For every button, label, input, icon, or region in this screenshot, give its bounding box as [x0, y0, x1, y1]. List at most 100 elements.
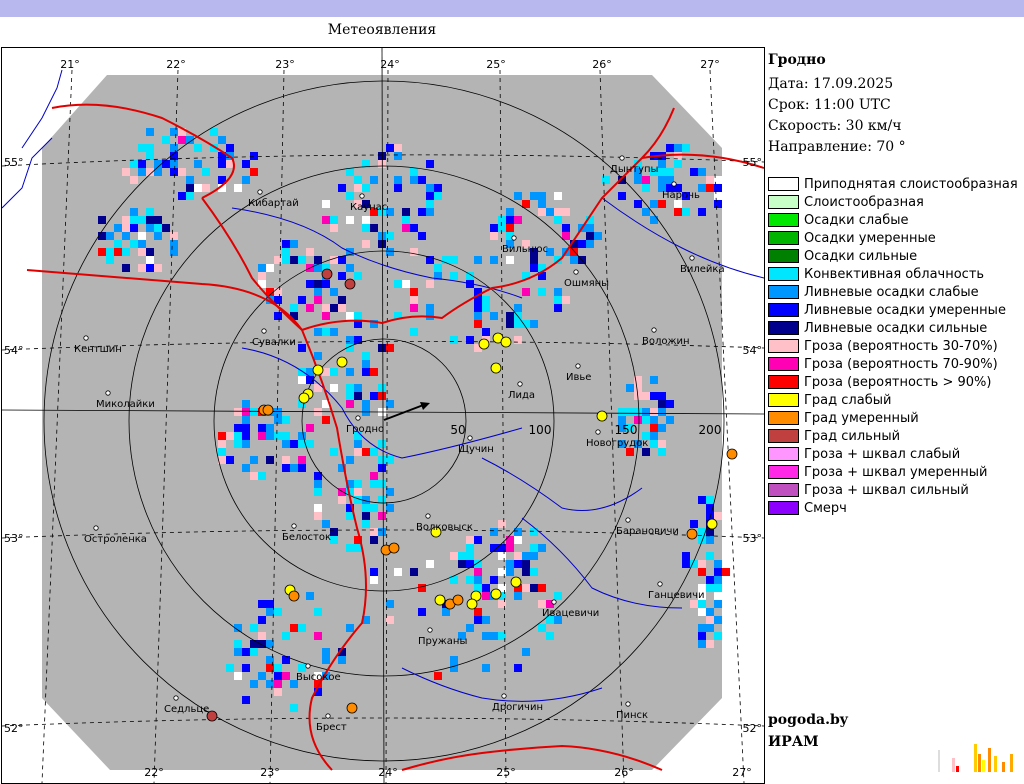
- hail-marker: [490, 588, 502, 600]
- echo-cell: [522, 288, 530, 296]
- echo-cell: [538, 192, 546, 200]
- echo-cell: [234, 408, 242, 416]
- echo-cell: [146, 128, 154, 136]
- radar-map[interactable]: Кибартай Каунас Вильнюс Ошмяны Вилейка Нарочь…: [1, 47, 765, 784]
- echo-cell: [282, 240, 290, 248]
- echo-cell: [490, 232, 498, 240]
- city-label: Ивацевичи: [542, 608, 599, 619]
- echo-cell: [314, 480, 322, 488]
- echo-cell: [346, 392, 354, 400]
- echo-cell: [170, 160, 178, 168]
- echo-cell: [490, 632, 498, 640]
- echo-cell: [506, 312, 514, 320]
- echo-cell: [466, 552, 474, 560]
- hail-marker: [288, 590, 300, 602]
- echo-cell: [266, 608, 274, 616]
- echo-cell: [474, 304, 482, 312]
- echo-cell: [482, 584, 490, 592]
- legend-label: Гроза + шквал слабый: [804, 447, 961, 462]
- echo-cell: [218, 136, 226, 144]
- echo-cell: [538, 200, 546, 208]
- echo-cell: [322, 648, 330, 656]
- echo-cell: [234, 424, 242, 432]
- echo-cell: [586, 240, 594, 248]
- echo-cell: [314, 488, 322, 496]
- echo-cell: [522, 648, 530, 656]
- echo-cell: [338, 488, 346, 496]
- legend-label: Ливневые осадки умеренные: [804, 303, 1006, 318]
- echo-cell: [298, 296, 306, 304]
- city-marker: [291, 523, 297, 529]
- echo-cell: [650, 432, 658, 440]
- range-label: 50: [450, 423, 465, 437]
- echo-cell: [490, 312, 498, 320]
- echo-cell: [146, 224, 154, 232]
- echo-cell: [498, 224, 506, 232]
- legend-swatch: [768, 483, 799, 497]
- legend-label: Гроза (вероятность 70-90%): [804, 357, 998, 372]
- coord-label: 21°: [60, 58, 80, 71]
- echo-cell: [226, 432, 234, 440]
- echo-cell: [250, 168, 258, 176]
- echo-cell: [226, 144, 234, 152]
- hail-marker: [500, 336, 512, 348]
- echo-cell: [506, 224, 514, 232]
- mini-bar: [988, 748, 991, 772]
- echo-cell: [706, 176, 714, 184]
- echo-cell: [498, 520, 506, 528]
- echo-cell: [298, 456, 306, 464]
- echo-cell: [490, 576, 498, 584]
- echo-cell: [322, 304, 330, 312]
- echo-cell: [242, 440, 250, 448]
- city-label: Дрогичин: [492, 702, 543, 713]
- echo-cell: [250, 648, 258, 656]
- hail-marker: [298, 392, 310, 404]
- echo-cell: [130, 240, 138, 248]
- echo-cell: [530, 264, 538, 272]
- info-panel: Гродно Дата: 17.09.2025 Срок: 11:00 UTC …: [768, 52, 1024, 158]
- echo-cell: [474, 608, 482, 616]
- coord-label: 22°: [144, 766, 164, 779]
- city-label: Новогрудок: [586, 438, 648, 449]
- echo-cell: [554, 304, 562, 312]
- echo-cell: [114, 240, 122, 248]
- hail-marker: [321, 268, 333, 280]
- echo-cell: [514, 304, 522, 312]
- echo-cell: [322, 656, 330, 664]
- mini-bar: [956, 766, 959, 772]
- city-label: Дынтупы: [610, 164, 658, 175]
- echo-cell: [434, 192, 442, 200]
- echo-cell: [346, 216, 354, 224]
- echo-cell: [330, 368, 338, 376]
- echo-cell: [234, 672, 242, 680]
- echo-cell: [354, 392, 362, 400]
- echo-cell: [554, 216, 562, 224]
- hail-marker: [262, 404, 274, 416]
- echo-cell: [714, 592, 722, 600]
- echo-cell: [658, 200, 666, 208]
- echo-cell: [474, 568, 482, 576]
- echo-cell: [250, 456, 258, 464]
- echo-cell: [658, 400, 666, 408]
- echo-cell: [538, 584, 546, 592]
- echo-cell: [362, 224, 370, 232]
- echo-cell: [714, 568, 722, 576]
- echo-cell: [298, 664, 306, 672]
- echo-cell: [658, 160, 666, 168]
- echo-cell: [202, 184, 210, 192]
- coord-label: 54°: [743, 344, 763, 357]
- echo-cell: [650, 216, 658, 224]
- echo-cell: [706, 536, 714, 544]
- echo-cell: [394, 184, 402, 192]
- city-marker: [619, 155, 625, 161]
- echo-cell: [258, 616, 266, 624]
- echo-cell: [330, 384, 338, 392]
- echo-cell: [562, 208, 570, 216]
- echo-cell: [354, 448, 362, 456]
- echo-cell: [298, 432, 306, 440]
- echo-cell: [362, 512, 370, 520]
- echo-cell: [714, 600, 722, 608]
- echo-cell: [314, 328, 322, 336]
- echo-cell: [274, 608, 282, 616]
- echo-cell: [450, 656, 458, 664]
